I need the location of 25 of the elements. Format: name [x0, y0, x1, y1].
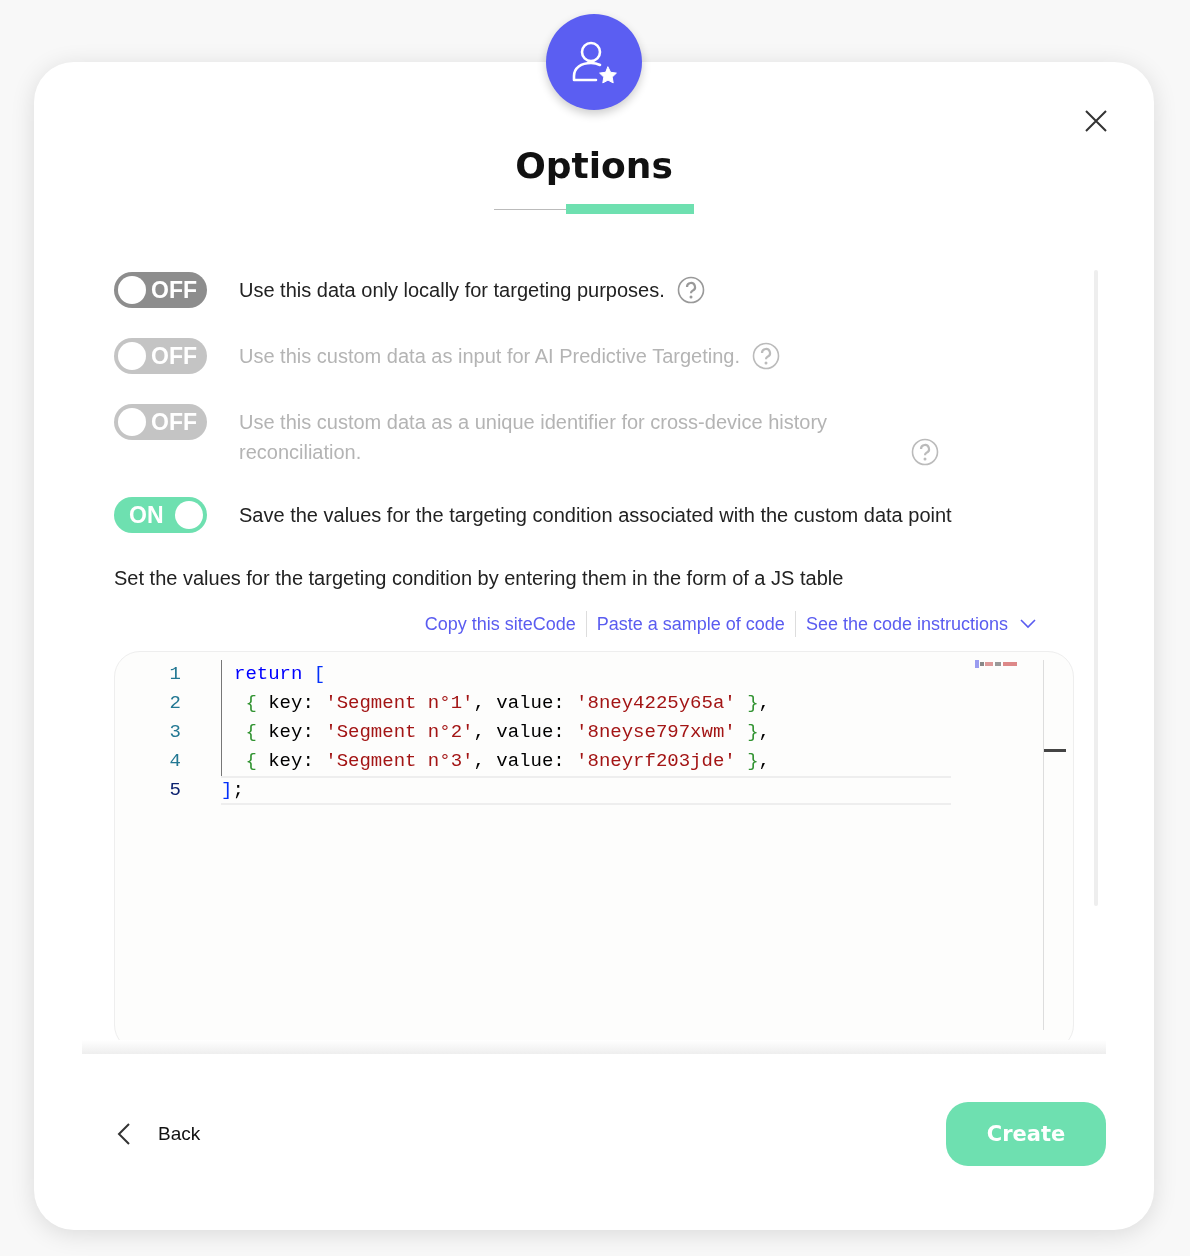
- code-line: { key: 'Segment n°2', value: '8neyse797xwm' },: [244, 721, 770, 743]
- back-button[interactable]: Back: [116, 1122, 201, 1146]
- text-link[interactable]: Copy this siteCode: [424, 613, 576, 635]
- line-number: 5: [169, 778, 181, 803]
- dialog-title: Options: [514, 144, 674, 188]
- close-button[interactable]: [1084, 109, 1108, 133]
- line-number: 3: [169, 720, 181, 745]
- option-label: Save the values for the targeting condition associated with the custom data point: [239, 503, 952, 528]
- chevron-down-icon[interactable]: [1020, 619, 1036, 629]
- line-number: 2: [169, 691, 181, 716]
- text-link[interactable]: Paste a sample of code: [596, 613, 785, 635]
- code-line: ];: [221, 779, 244, 801]
- line-number: 1: [169, 662, 181, 687]
- description-text: Set the values for the targeting condition by entering them in the form of a JS table: [114, 566, 845, 591]
- text-link[interactable]: See the code instructions: [805, 613, 1008, 635]
- chevron-left-icon: [116, 1122, 132, 1146]
- code-line: return [: [234, 663, 326, 685]
- help-icon[interactable]: [676, 276, 705, 304]
- code-line: { key: 'Segment n°1', value: '8ney4225y65a' },: [244, 692, 770, 714]
- toggle-switch[interactable]: OFF: [114, 272, 207, 308]
- option-label: Use this custom data as input for AI Predictive Targeting.: [239, 344, 740, 369]
- code-line: { key: 'Segment n°3', value: '8neyrf203jde' },: [244, 750, 770, 772]
- option-label: Use this custom data as a unique identifier for cross-device history reconciliation.: [239, 410, 829, 465]
- option-label: Use this data only locally for targeting purposes.: [239, 278, 665, 303]
- line-number: 4: [169, 749, 181, 774]
